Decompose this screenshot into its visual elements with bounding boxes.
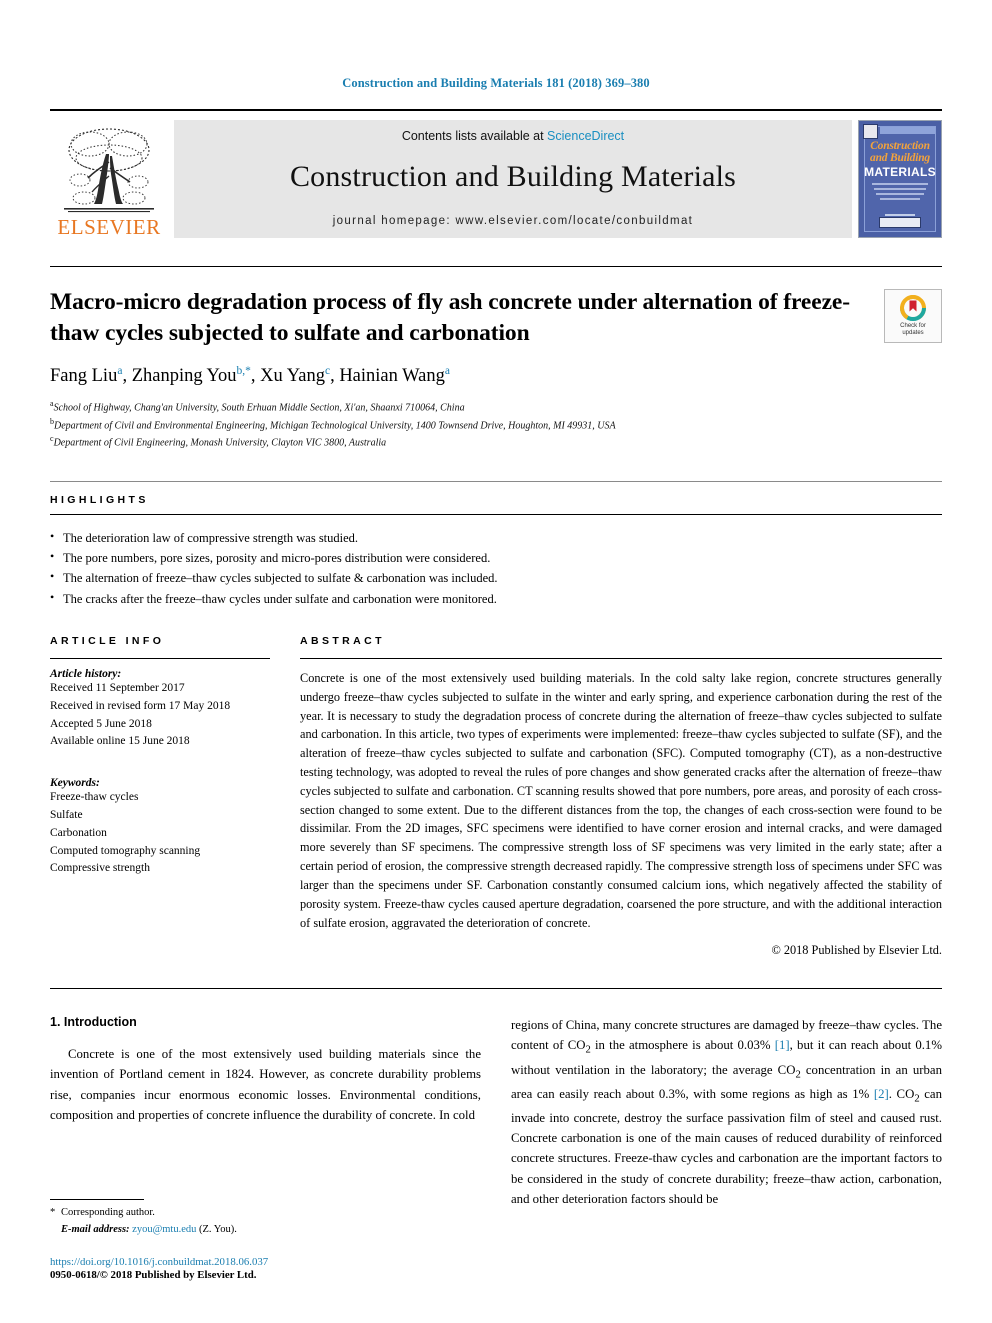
author-name[interactable]: Hainian Wang [339, 366, 445, 386]
info-abstract-row: ARTICLE INFO Article history: Received 1… [50, 635, 942, 958]
title-and-authors: Macro-micro degradation process of fly a… [50, 287, 884, 451]
cover-footer-rule [885, 214, 915, 216]
page-footer: * Corresponding author. E-mail address: … [50, 1199, 462, 1281]
author-name[interactable]: Xu Yang [260, 366, 325, 386]
affiliation-text: Department of Civil Engineering, Monash … [53, 437, 387, 449]
intro-text-part: in the atmosphere is about 0.03% [590, 1038, 775, 1053]
cover-title-line3: MATERIALS [864, 165, 936, 179]
article-history-list: Received 11 September 2017 Received in r… [50, 680, 270, 751]
article-info-label: ARTICLE INFO [50, 634, 165, 647]
body-separator-rule [50, 988, 942, 990]
highlights-divider [50, 513, 942, 515]
affiliation-text: Department of Civil and Environmental En… [54, 420, 616, 432]
elsevier-wordmark: ELSEVIER [57, 215, 161, 239]
journal-cover-thumbnail: Construction and Building MATERIALS [858, 120, 942, 238]
email-suffix: (Z. You). [196, 1223, 237, 1235]
contents-prefix: Contents lists available at [401, 129, 548, 143]
history-item: Available online 15 June 2018 [50, 735, 190, 748]
elsevier-tree-icon [64, 128, 154, 213]
author-name[interactable]: Zhanping You [132, 366, 237, 386]
corresponding-author-marker: * [50, 1207, 56, 1219]
citation-link[interactable]: [1] [775, 1038, 790, 1052]
history-item: Received 11 September 2017 [50, 681, 185, 694]
section-heading-introduction: 1. Introduction [50, 1015, 137, 1030]
highlights-list: The deterioration law of compressive str… [50, 527, 942, 609]
cover-title-line2: and Building [870, 152, 930, 164]
affiliation-item: cDepartment of Civil Engineering, Monash… [50, 433, 870, 451]
intro-paragraph-left: Concrete is one of the most extensively … [50, 1047, 481, 1122]
elsevier-logo: ELSEVIER [50, 120, 168, 238]
article-info-rule [50, 657, 270, 659]
intro-text-part: can invade into concrete, destroy the su… [511, 1087, 942, 1206]
list-item: The alternation of freeze–thaw cycles su… [50, 567, 942, 588]
keyword-item: Sulfate [50, 809, 83, 822]
highlights-section: HIGHLIGHTS The deterioration law of comp… [50, 480, 942, 609]
keywords-title: Keywords: [50, 777, 100, 790]
abstract-text: Concrete is one of the most extensively … [300, 670, 942, 930]
crossmark-icon [900, 294, 926, 321]
email-address-label: E-mail address: [61, 1223, 130, 1235]
cover-subtitle-lines [872, 183, 928, 203]
page-title: Macro-micro degradation process of fly a… [50, 289, 850, 346]
list-item: The cracks after the freeze–thaw cycles … [50, 588, 942, 609]
intro-paragraph-right: regions of China, many concrete structur… [511, 1015, 942, 1208]
paper-page: Construction and Building Materials 181 … [0, 0, 992, 1323]
article-info-column: ARTICLE INFO Article history: Received 1… [50, 635, 300, 878]
crossmark-label: Check for updates [900, 322, 926, 336]
cover-badge-icon [863, 124, 878, 139]
body-left-column: 1. Introduction Concrete is one of the m… [50, 1015, 481, 1208]
citation-link[interactable]: [2] [874, 1087, 889, 1101]
keyword-item: Compressive strength [50, 862, 150, 875]
abstract-column: ABSTRACT Concrete is one of the most ext… [300, 635, 942, 958]
crossmark-check-for-updates-badge[interactable]: Check for updates [884, 289, 942, 343]
history-item: Accepted 5 June 2018 [50, 717, 152, 730]
author-affil-mark: a [444, 365, 450, 378]
affiliation-item: aSchool of Highway, Chang'an University,… [50, 398, 870, 416]
footnote-rule [50, 1199, 144, 1201]
body-two-column: 1. Introduction Concrete is one of the m… [50, 1015, 942, 1208]
highlights-top-rule: HIGHLIGHTS [50, 480, 942, 506]
doi-link[interactable]: https://doi.org/10.1016/j.conbuildmat.20… [50, 1256, 462, 1268]
cover-top-bar [880, 127, 935, 134]
corresponding-author-note: * Corresponding author. E-mail address: … [50, 1205, 462, 1238]
keyword-item: Freeze-thaw cycles [50, 791, 139, 804]
journal-homepage-link[interactable]: journal homepage: www.elsevier.com/locat… [174, 215, 852, 227]
intro-text-part: . CO [888, 1087, 915, 1102]
cover-publisher-box [879, 217, 921, 228]
author-affil-mark: c [324, 365, 331, 378]
sciencedirect-link[interactable]: ScienceDirect [547, 129, 624, 143]
affiliation-text: School of Highway, Chang'an University, … [53, 402, 465, 414]
issn-copyright-line: 0950-0618/© 2018 Published by Elsevier L… [50, 1269, 257, 1281]
title-block: Macro-micro degradation process of fly a… [50, 266, 942, 451]
corresponding-author-label: Corresponding author. [61, 1207, 155, 1219]
body-right-column: regions of China, many concrete structur… [511, 1015, 942, 1208]
contents-available-line: Contents lists available at ScienceDirec… [174, 129, 852, 143]
author-list: Fang Liua, Zhanping Youb,*, Xu Yangc, Ha… [50, 365, 450, 387]
author-affil-mark: b,* [236, 365, 251, 378]
masthead-center: Contents lists available at ScienceDirec… [174, 120, 852, 238]
affiliation-item: bDepartment of Civil and Environmental E… [50, 416, 870, 434]
history-item: Received in revised form 17 May 2018 [50, 699, 231, 712]
abstract-copyright: © 2018 Published by Elsevier Ltd. [771, 943, 942, 958]
journal-masthead: ELSEVIER Contents lists available at Sci… [50, 109, 942, 238]
affiliation-list: aSchool of Highway, Chang'an University,… [50, 398, 870, 451]
list-item: The pore numbers, pore sizes, porosity a… [50, 547, 942, 568]
author-name[interactable]: Fang Liu [50, 366, 117, 386]
abstract-label: ABSTRACT [300, 634, 385, 647]
keywords-list: Freeze-thaw cycles Sulfate Carbonation C… [50, 789, 270, 878]
list-item: The deterioration law of compressive str… [50, 527, 942, 548]
cover-title-line1: Construction [870, 140, 930, 152]
running-head: Construction and Building Materials 181 … [342, 76, 650, 90]
highlights-label: HIGHLIGHTS [50, 493, 149, 506]
keyword-item: Computed tomography scanning [50, 844, 201, 857]
author-affil-mark: a [117, 365, 123, 378]
abstract-rule [300, 657, 942, 659]
keyword-item: Carbonation [50, 826, 107, 839]
journal-title: Construction and Building Materials [289, 160, 737, 193]
article-history-title: Article history: [50, 667, 122, 680]
email-link[interactable]: zyou@mtu.edu [132, 1224, 196, 1235]
